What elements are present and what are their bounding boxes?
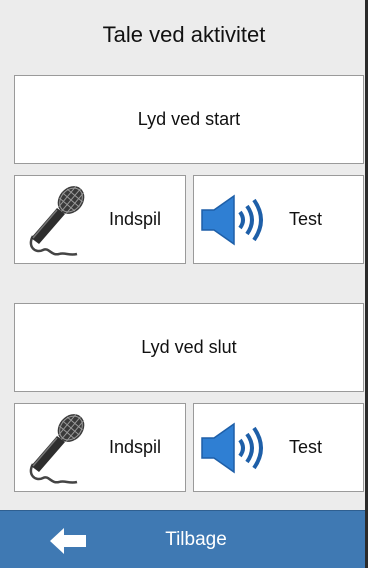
start-sound-field: Lyd ved start xyxy=(14,75,364,164)
test-label: Test xyxy=(289,209,323,229)
end-sound-label: Lyd ved slut xyxy=(141,337,237,357)
end-sound-field: Lyd ved slut xyxy=(14,303,364,392)
end-test-button[interactable]: Test xyxy=(193,403,364,492)
back-button[interactable]: Tilbage xyxy=(0,510,368,568)
speaker-icon xyxy=(201,422,263,474)
microphone-icon xyxy=(29,413,85,484)
end-record-button[interactable]: Indspil xyxy=(14,403,186,492)
start-record-button[interactable]: Indspil xyxy=(14,175,186,264)
speaker-icon xyxy=(201,194,263,246)
test-label: Test xyxy=(289,437,323,457)
microphone-icon xyxy=(29,185,85,256)
record-label: Indspil xyxy=(109,437,162,457)
start-sound-label: Lyd ved start xyxy=(137,109,241,129)
back-label: Tilbage xyxy=(165,529,227,550)
record-label: Indspil xyxy=(109,209,162,229)
start-test-button[interactable]: Test xyxy=(193,175,364,264)
page-title: Tale ved aktivitet xyxy=(102,22,266,47)
app-screen: Tale ved aktivitet Lyd ved start Indspil xyxy=(0,0,368,568)
